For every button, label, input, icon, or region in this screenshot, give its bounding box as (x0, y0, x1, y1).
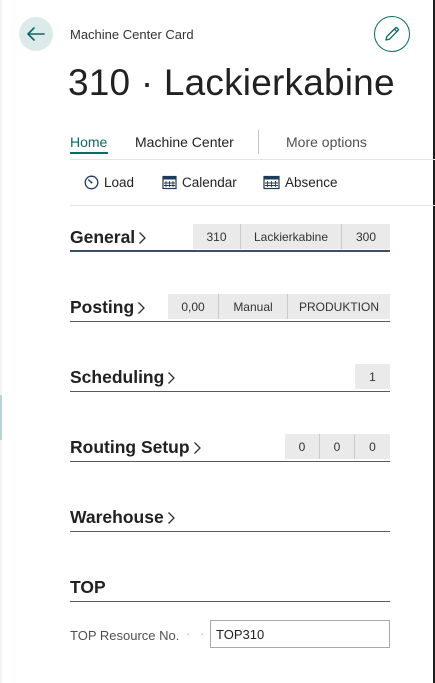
top-section-header[interactable]: TOP (70, 575, 390, 602)
absence-action[interactable]: Absence (263, 175, 338, 190)
posting-section-header[interactable]: Posting 0,00 Manual PRODUKTION (70, 294, 390, 322)
calendar-action[interactable]: Calendar (162, 175, 237, 190)
back-button[interactable] (19, 17, 53, 51)
summary-chip: 300 (342, 224, 390, 249)
routing-setup-summary: 0 0 0 (285, 434, 390, 459)
warehouse-section: Warehouse (70, 505, 390, 532)
summary-chip: 0,00 (168, 294, 219, 319)
general-section: General 310 Lackierkabine 300 (70, 224, 390, 252)
summary-chip: 0 (320, 434, 355, 459)
left-frame-marker (0, 395, 2, 440)
edit-button[interactable] (374, 16, 410, 52)
section-underline (70, 250, 390, 252)
section-underline (70, 321, 390, 322)
left-frame-edge (0, 0, 2, 683)
summary-chip: 0 (355, 434, 390, 459)
warehouse-section-title: Warehouse (70, 507, 164, 527)
calendar-action-label: Calendar (182, 175, 237, 190)
top-resource-input[interactable] (210, 620, 390, 648)
posting-section-title: Posting (70, 297, 135, 317)
load-action[interactable]: Load (84, 175, 134, 190)
warehouse-section-header[interactable]: Warehouse (70, 505, 390, 532)
section-underline (70, 601, 390, 602)
posting-section: Posting 0,00 Manual PRODUKTION (70, 294, 390, 322)
top-section-title: TOP (70, 577, 106, 597)
page-caption: Machine Center Card (70, 27, 194, 42)
scheduling-section: Scheduling 1 (70, 364, 390, 392)
posting-summary: 0,00 Manual PRODUKTION (168, 294, 390, 319)
section-underline (70, 531, 390, 532)
load-gauge-icon (84, 175, 99, 190)
chevron-right-icon (193, 441, 201, 454)
tab-home[interactable]: Home (70, 134, 107, 150)
section-underline (70, 461, 390, 462)
general-summary: 310 Lackierkabine 300 (193, 224, 390, 249)
page-title: 310 · Lackierkabine (68, 62, 395, 103)
pencil-icon (385, 26, 400, 41)
tab-divider (258, 130, 259, 154)
summary-chip: Manual (219, 294, 288, 319)
routing-setup-section-header[interactable]: Routing Setup 0 0 0 (70, 434, 390, 462)
more-options-button[interactable]: More options (286, 134, 367, 150)
chevron-right-icon (168, 371, 176, 384)
top-resource-label: TOP Resource No. (70, 628, 180, 643)
tabs-divider (70, 159, 435, 160)
routing-setup-section-title: Routing Setup (70, 437, 190, 457)
summary-chip: 1 (355, 364, 390, 389)
field-leader-dots: · · (186, 626, 208, 641)
absence-action-label: Absence (285, 175, 338, 190)
tab-machine-center[interactable]: Machine Center (135, 134, 234, 150)
scheduling-summary: 1 (355, 364, 390, 389)
top-section: TOP (70, 575, 390, 602)
routing-setup-section: Routing Setup 0 0 0 (70, 434, 390, 462)
summary-chip: 0 (285, 434, 320, 459)
scheduling-section-title: Scheduling (70, 367, 165, 387)
actions-divider (70, 205, 435, 206)
scheduling-section-header[interactable]: Scheduling 1 (70, 364, 390, 392)
summary-chip: 310 (193, 224, 241, 249)
summary-chip: Lackierkabine (241, 224, 342, 249)
summary-chip: PRODUKTION (288, 294, 390, 319)
arrow-left-icon (27, 27, 45, 41)
chevron-right-icon (167, 511, 175, 524)
top-resource-field: TOP Resource No. · · (70, 620, 390, 648)
chevron-right-icon (138, 301, 146, 314)
active-tab-indicator (70, 152, 108, 154)
section-underline (70, 391, 390, 392)
absence-calendar-icon (263, 175, 280, 190)
calendar-icon (162, 175, 177, 190)
general-section-title: General (70, 227, 136, 247)
load-action-label: Load (104, 175, 135, 190)
general-section-header[interactable]: General 310 Lackierkabine 300 (70, 224, 390, 252)
chevron-right-icon (139, 231, 147, 244)
